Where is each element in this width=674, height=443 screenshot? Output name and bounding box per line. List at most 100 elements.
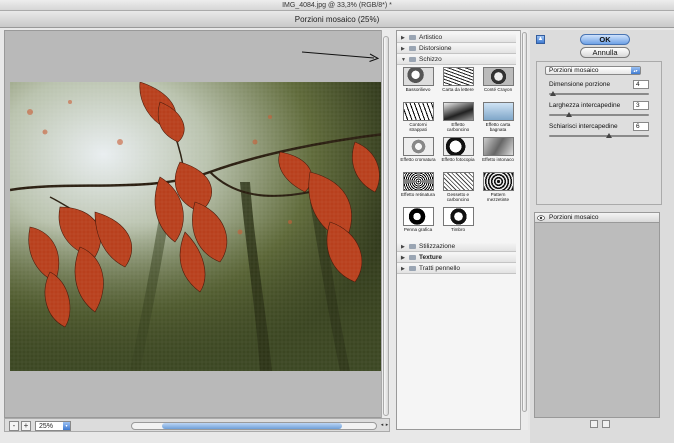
filter-settings: Porzioni mosaico ▴▾ Dimensione porzione … — [536, 61, 662, 205]
filter-thumbnail-image — [402, 172, 434, 191]
annotation-arrow — [301, 51, 380, 62]
zoom-level-select[interactable]: 25% ▾ — [35, 421, 71, 431]
filter-thumbnail[interactable]: Gessetto e carboncino — [440, 172, 476, 202]
expanded-triangle-icon: ▼ — [401, 57, 406, 63]
updown-arrows-icon: ▴▾ — [631, 67, 640, 74]
slider-schiarisci[interactable] — [549, 135, 649, 137]
category-label: Stilizzazione — [419, 243, 456, 250]
preview-vertical-scrollbar[interactable] — [381, 30, 390, 418]
slider-knob-larghezza[interactable] — [566, 112, 572, 117]
param-label-dimensione: Dimensione porzione — [549, 81, 611, 88]
filter-thumbnail-label: Effetto cromatura — [400, 157, 436, 162]
category-distorsione[interactable]: ▶ Distorsione — [397, 44, 516, 54]
filter-thumbnail-image — [442, 102, 474, 121]
ok-button[interactable]: OK — [580, 34, 630, 45]
zoom-out-label: - — [12, 421, 16, 430]
slider-dimensione[interactable] — [549, 93, 649, 95]
folder-icon — [409, 254, 416, 260]
filter-thumbnail-image — [442, 137, 474, 156]
filter-thumbnail-image — [442, 67, 474, 86]
filter-thumbnail-label: Effetto carboncino — [446, 122, 470, 132]
document-title: IMG_4084.jpg @ 33,3% (RGB/8*) * — [282, 2, 392, 9]
slider-knob-schiarisci[interactable] — [606, 133, 612, 138]
collapsed-triangle-icon: ▶ — [401, 35, 405, 41]
filter-thumbnail[interactable]: Timbro — [440, 207, 476, 237]
preview-horizontal-scrollbar[interactable] — [131, 422, 377, 430]
filter-gallery-scroll-thumb[interactable] — [522, 32, 527, 412]
filter-thumbnail-image — [402, 207, 434, 226]
collapsed-triangle-icon: ▶ — [401, 255, 405, 261]
filter-thumbnail[interactable]: Effetto cromatura — [400, 137, 436, 167]
filter-thumbnail[interactable]: Effetto carta bagnata — [480, 102, 516, 132]
filter-gallery-scrollbar[interactable] — [520, 30, 528, 430]
new-effect-layer-icon[interactable] — [590, 420, 598, 428]
document-titlebar: IMG_4084.jpg @ 33,3% (RGB/8*) * — [0, 0, 674, 11]
category-schizzo[interactable]: ▼ Schizzo — [397, 55, 516, 65]
slider-larghezza[interactable] — [549, 114, 649, 116]
filter-thumbnail[interactable]: Penna grafica — [400, 207, 436, 237]
eye-icon[interactable] — [537, 215, 545, 221]
filter-thumbnail-label: Bassorilievo — [405, 87, 431, 92]
preview-horizontal-scroll-thumb[interactable] — [162, 423, 342, 429]
collapse-gallery-button[interactable]: ▲ — [536, 35, 545, 44]
filter-thumbnail-image — [442, 207, 474, 226]
category-stilizzazione[interactable]: ▶ Stilizzazione — [397, 242, 516, 252]
cancel-button[interactable]: Annulla — [580, 47, 630, 58]
preview-image[interactable] — [10, 82, 384, 371]
filter-gallery: ▶ Artistico ▶ Distorsione ▼ Schizzo ▶ Stiliz… — [396, 30, 522, 430]
category-label: Texture — [419, 254, 442, 261]
folder-icon — [409, 34, 416, 40]
folder-icon — [409, 45, 416, 51]
zoom-out-button[interactable]: - — [9, 421, 19, 431]
param-input-schiarisci[interactable]: 6 — [633, 122, 649, 131]
settings-panel: ▲ OK Annulla Porzioni mosaico ▴▾ Dimensi… — [530, 30, 674, 443]
effect-layer-row[interactable]: Porzioni mosaico — [535, 213, 659, 223]
delete-effect-layer-icon[interactable] — [602, 420, 610, 428]
filter-thumbnail-label: Effetto intonaco — [482, 157, 514, 162]
filter-thumbnail[interactable]: Effetto fotocopia — [440, 137, 476, 167]
dialog-titlebar[interactable]: Porzioni mosaico (25%) — [0, 11, 674, 28]
slider-knob-dimensione[interactable] — [550, 91, 556, 96]
filter-thumbnail[interactable]: Effetto intonaco — [480, 137, 516, 167]
effect-layer-label: Porzioni mosaico — [549, 214, 599, 221]
filter-thumbnail-label: Effetto fotocopia — [441, 157, 475, 162]
filter-select[interactable]: Porzioni mosaico ▴▾ — [545, 66, 641, 75]
filter-thumbnail[interactable]: Bassorilievo — [400, 67, 436, 97]
param-label-larghezza: Larghezza intercapedine — [549, 102, 621, 109]
filter-thumbnail-image — [402, 137, 434, 156]
ok-label: OK — [599, 35, 611, 44]
filter-thumbnail[interactable]: Contorni strappati — [400, 102, 436, 132]
filter-thumbnail-label: Gessetto e carboncino — [446, 192, 470, 202]
filter-thumbnail-image — [482, 172, 514, 191]
zoom-level-value: 25% — [39, 423, 54, 430]
filter-thumbnail-label: Timbro — [450, 227, 466, 232]
zoom-in-button[interactable]: + — [21, 421, 31, 431]
param-input-dimensione[interactable]: 4 — [633, 80, 649, 89]
filter-thumbnail-image — [482, 67, 514, 86]
folder-icon — [409, 265, 416, 271]
filter-thumbnail-label: Conté Crayon — [483, 87, 513, 92]
filter-thumbnail-image — [482, 137, 514, 156]
effect-layers-list: Porzioni mosaico — [534, 212, 660, 418]
filter-select-value: Porzioni mosaico — [549, 67, 599, 74]
filter-thumbnail[interactable]: Effetto retinatura — [400, 172, 436, 202]
category-label: Distorsione — [419, 45, 452, 52]
param-input-larghezza[interactable]: 3 — [633, 101, 649, 110]
collapsed-triangle-icon: ▶ — [401, 266, 405, 272]
filter-thumbnail[interactable]: Carta da lettere — [440, 67, 476, 97]
param-label-schiarisci: Schiarisci intercapedine — [549, 123, 618, 130]
category-texture[interactable]: ▶ Texture — [397, 253, 516, 263]
filter-thumbnail-label: Pattern mezzetinte — [486, 192, 510, 202]
scroll-right-icon[interactable]: ▸ — [384, 421, 390, 431]
param-value-schiarisci: 6 — [636, 123, 640, 130]
filter-thumbnail[interactable]: Effetto carboncino — [440, 102, 476, 132]
filter-thumbnail-image — [402, 67, 434, 86]
filter-thumbnail[interactable]: Pattern mezzetinte — [480, 172, 516, 202]
filter-thumbnail[interactable]: Conté Crayon — [480, 67, 516, 97]
category-artistico[interactable]: ▶ Artistico — [397, 33, 516, 43]
filter-thumbnail-label: Contorni strappati — [409, 122, 427, 132]
category-tratti-pennello[interactable]: ▶ Tratti pennello — [397, 264, 516, 274]
preview-vertical-scroll-thumb[interactable] — [383, 36, 389, 416]
preview-photo — [10, 82, 384, 371]
category-label: Schizzo — [419, 56, 442, 63]
